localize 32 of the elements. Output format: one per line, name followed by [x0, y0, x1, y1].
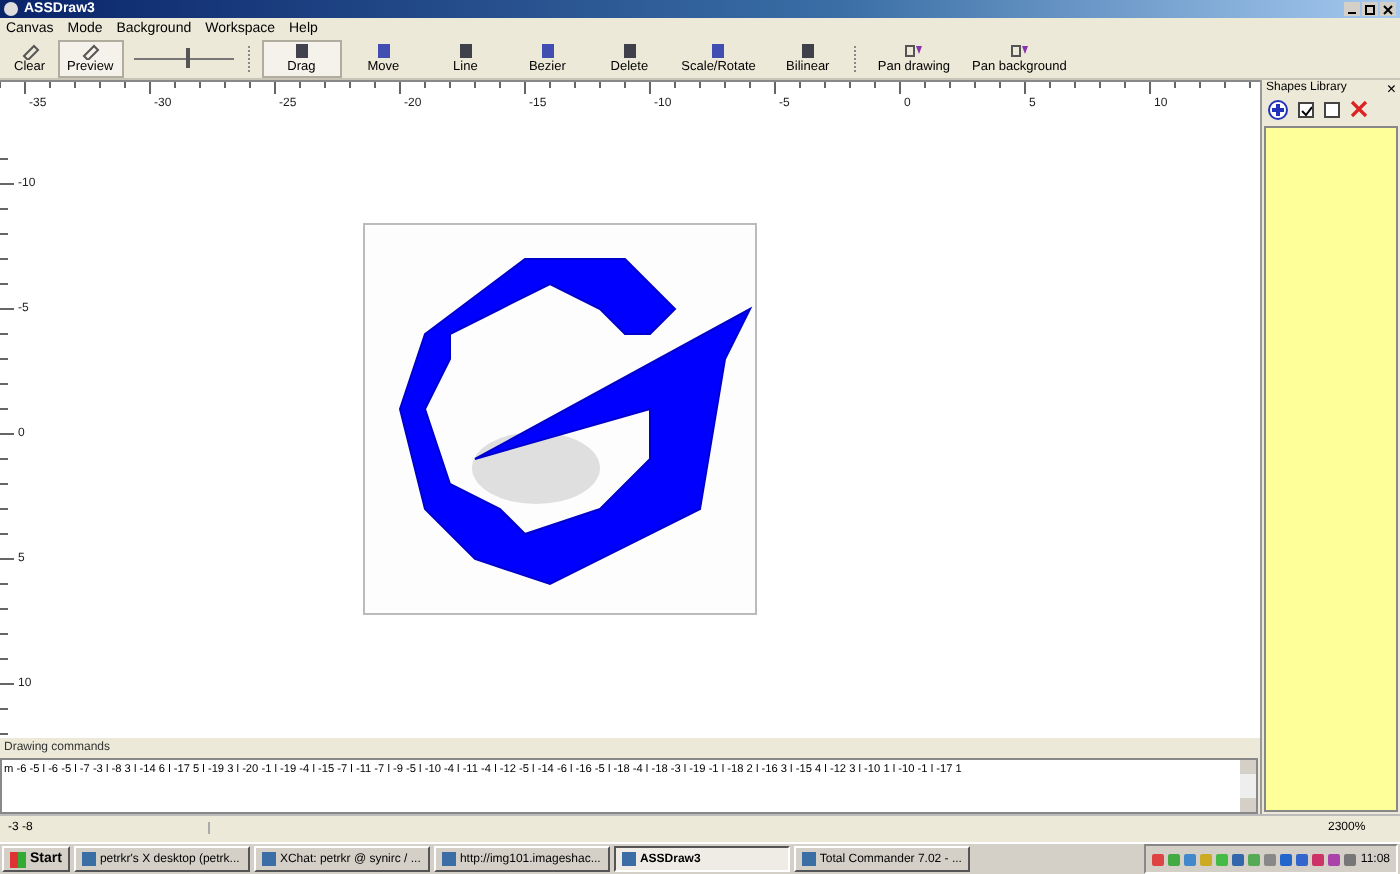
- app-icon: [621, 852, 636, 866]
- tool-icon: [373, 42, 394, 61]
- maximize-button[interactable]: [1362, 2, 1378, 17]
- app-icon: [4, 2, 18, 17]
- close-icon: [1382, 3, 1394, 16]
- tool-icon: [708, 42, 729, 61]
- scrollbar[interactable]: [1240, 759, 1256, 812]
- app-icon: [441, 852, 456, 866]
- app-icon: [261, 852, 276, 866]
- tool-icon: [619, 42, 640, 61]
- maximize-icon: [1364, 3, 1376, 16]
- close-button[interactable]: ×: [1386, 81, 1396, 96]
- app-icon: [801, 852, 816, 866]
- pencil-icon: [19, 42, 40, 61]
- pan-icon: [903, 42, 924, 61]
- letter-shape-drawing[interactable]: [398, 257, 753, 585]
- pan-icon: [1009, 42, 1030, 61]
- close-button[interactable]: [1380, 2, 1396, 17]
- checkbox[interactable]: [1324, 101, 1340, 118]
- shadow-drawing: [472, 431, 600, 504]
- add-icon[interactable]: [1268, 99, 1288, 120]
- delete-icon[interactable]: [1350, 100, 1368, 119]
- app-icon: [81, 852, 96, 866]
- windows-flag-icon: [10, 851, 26, 867]
- tool-icon: [291, 42, 312, 61]
- tool-icon: [797, 42, 818, 61]
- checkbox[interactable]: [1298, 101, 1314, 118]
- pencil-icon: [80, 42, 101, 61]
- scroll-up-button[interactable]: [1240, 759, 1256, 774]
- tool-icon: [537, 42, 558, 61]
- tool-icon: [455, 42, 476, 61]
- minimize-button[interactable]: [1344, 2, 1360, 17]
